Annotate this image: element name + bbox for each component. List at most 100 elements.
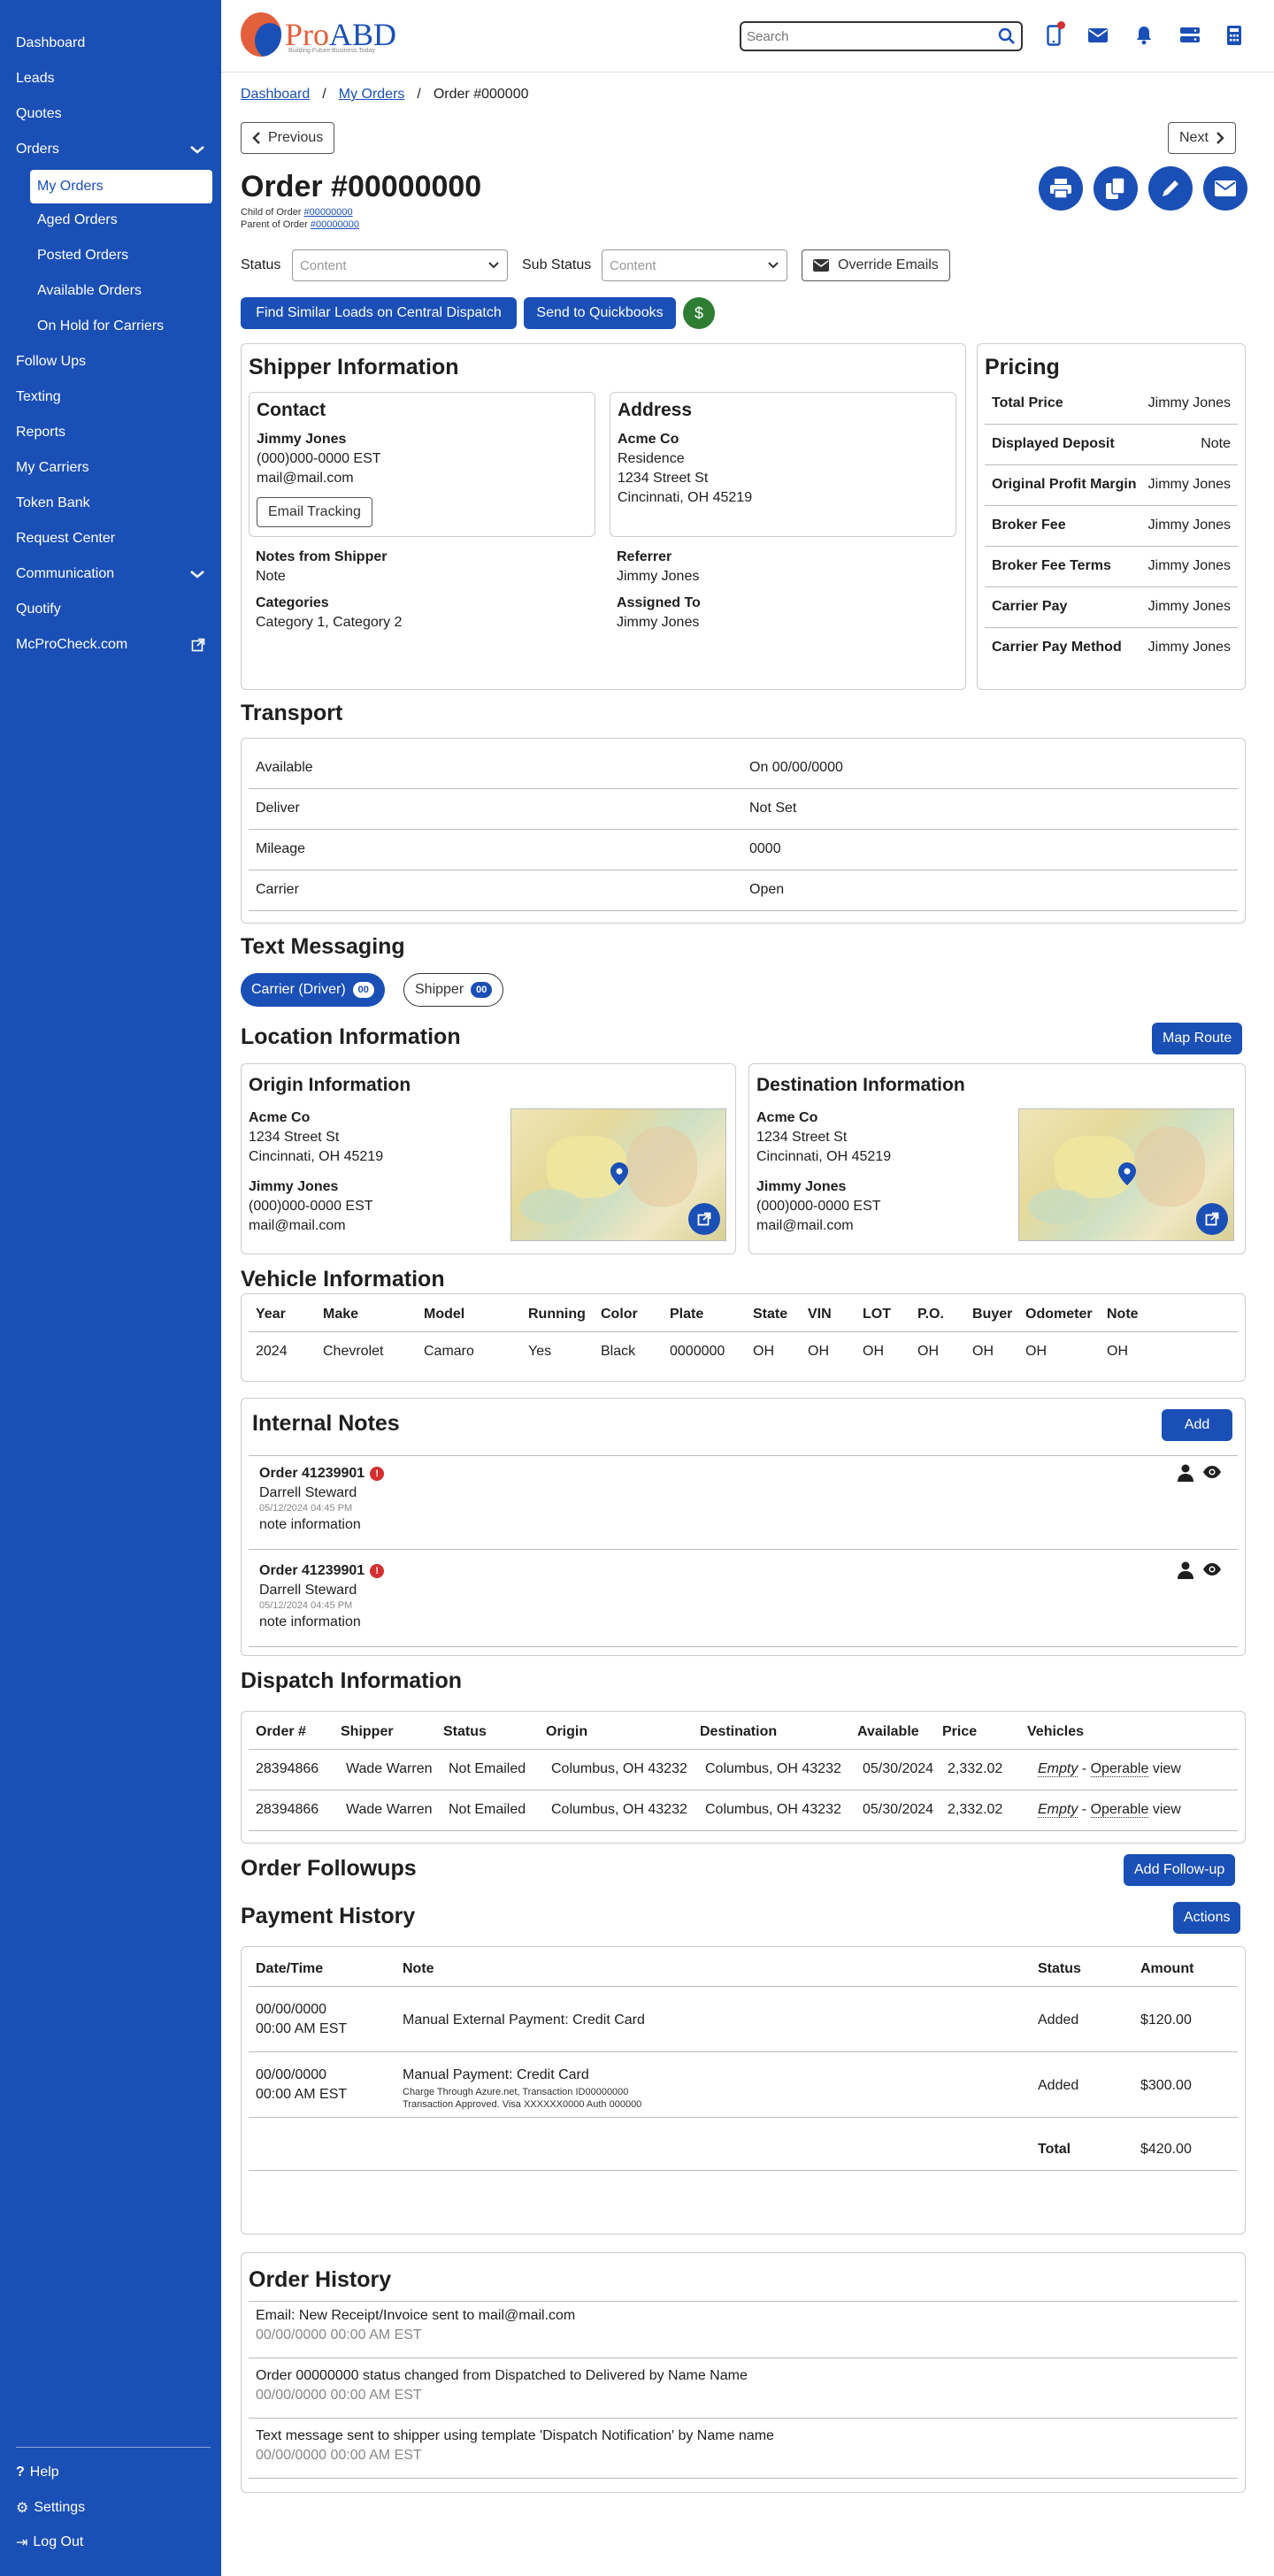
eye-icon[interactable] [1202, 1466, 1222, 1480]
origin-map[interactable] [510, 1108, 726, 1241]
sidebar-item-communication[interactable]: Communication [16, 566, 205, 582]
eye-icon[interactable] [1202, 1563, 1222, 1577]
transport-value: Not Set [749, 801, 797, 816]
note-text: note information [259, 1517, 361, 1532]
substatus-select[interactable]: Content [602, 249, 787, 281]
calculator-icon[interactable] [1223, 23, 1246, 48]
operable-link[interactable]: Operable [1090, 1802, 1149, 1818]
view-link[interactable]: view [1153, 1802, 1181, 1817]
sidebar-item-token-bank[interactable]: Token Bank [16, 495, 205, 511]
dispatch-cell-shipper: Wade Warren [346, 1761, 433, 1776]
sidebar-item-mcprocheck[interactable]: McProCheck.com [16, 637, 205, 653]
vehicle-header-make: Make [323, 1307, 359, 1322]
email-button[interactable] [1203, 166, 1247, 211]
payment-detail: Transaction Approved. Visa XXXXXX0000 Au… [403, 2099, 642, 2110]
server-icon[interactable] [1178, 23, 1201, 48]
email-tracking-button[interactable]: Email Tracking [257, 497, 372, 527]
sidebar-item-follow-ups[interactable]: Follow Ups [16, 354, 205, 370]
dispatch-header: Origin [546, 1724, 588, 1739]
open-map-button[interactable] [1196, 1203, 1228, 1235]
dispatch-cell-available: 05/30/2024 [863, 1761, 934, 1776]
destination-map[interactable] [1018, 1108, 1234, 1241]
add-note-button[interactable]: Add [1162, 1409, 1232, 1441]
parent-order-link[interactable]: #00000000 [311, 219, 359, 230]
vehicle-cell: OH [972, 1344, 994, 1359]
search-icon[interactable] [998, 27, 1016, 45]
dispatch-cell-status: Not Emailed [449, 1761, 526, 1776]
map-route-button[interactable]: Map Route [1152, 1023, 1243, 1054]
person-icon[interactable] [1178, 1464, 1195, 1482]
pricing-value: Jimmy Jones [1147, 518, 1231, 533]
sidebar-item-texting[interactable]: Texting [16, 389, 205, 405]
sidebar-item-reports[interactable]: Reports [16, 425, 205, 441]
bell-icon[interactable] [1132, 23, 1155, 48]
view-link[interactable]: view [1153, 1761, 1181, 1776]
breadcrumb-my-orders[interactable]: My Orders [339, 87, 405, 103]
person-icon[interactable] [1178, 1561, 1195, 1579]
next-button[interactable]: Next [1168, 122, 1236, 154]
find-similar-loads-button[interactable]: Find Similar Loads on Central Dispatch [241, 297, 517, 329]
mobile-phone-icon[interactable] [1042, 21, 1065, 48]
override-emails-button[interactable]: Override Emails [802, 249, 950, 281]
sidebar-item-my-carriers[interactable]: My Carriers [16, 460, 205, 476]
mail-icon[interactable] [1086, 23, 1109, 48]
origin-card: Origin Information Acme Co 1234 Street S… [241, 1063, 736, 1254]
address-card: Address Acme Co Residence 1234 Street St… [610, 392, 956, 537]
sidebar-item-dashboard[interactable]: Dashboard [16, 35, 205, 51]
send-to-quickbooks-button[interactable]: Send to Quickbooks [524, 297, 676, 329]
sidebar-item-posted-orders[interactable]: Posted Orders [37, 248, 128, 264]
payment-header: Amount [1140, 1961, 1194, 1976]
sidebar-item-request-center[interactable]: Request Center [16, 531, 205, 547]
edit-button[interactable] [1148, 166, 1193, 211]
copy-button[interactable] [1094, 166, 1138, 211]
carrier-driver-tab[interactable]: Carrier (Driver) 00 [241, 973, 385, 1007]
child-order-link[interactable]: #00000000 [304, 207, 353, 218]
vehicle-card: Year 2024 Make Chevrolet Model Camaro Running Y… [241, 1293, 1246, 1382]
pricing-value: Jimmy Jones [1147, 599, 1231, 614]
breadcrumb-dashboard[interactable]: Dashboard [241, 87, 310, 103]
sidebar-item-aged-orders[interactable]: Aged Orders [37, 212, 118, 228]
open-map-button[interactable] [688, 1203, 720, 1235]
vehicle-header-buyer: Buyer [972, 1307, 1013, 1322]
empty-link[interactable]: Empty [1038, 1802, 1078, 1818]
contact-card: Contact Jimmy Jones (000)000-0000 EST ma… [249, 392, 595, 537]
previous-button[interactable]: Previous [241, 122, 335, 154]
payment-divider [249, 2117, 1238, 2118]
chevron-down-icon [190, 571, 204, 579]
substatus-label: Sub Status [522, 257, 592, 272]
dispatch-header: Price [942, 1724, 978, 1739]
empty-link[interactable]: Empty [1038, 1761, 1078, 1777]
address-city: Cincinnati, OH 45219 [618, 490, 753, 505]
sidebar-item-on-hold[interactable]: On Hold for Carriers [37, 318, 164, 334]
origin-title: Origin Information [249, 1075, 411, 1095]
add-follow-up-button[interactable]: Add Follow-up [1124, 1854, 1236, 1886]
sidebar-item-quotify[interactable]: Quotify [16, 602, 205, 617]
destination-contact-name: Jimmy Jones [756, 1179, 847, 1194]
pricing-label: Displayed Deposit [992, 436, 1115, 451]
sidebar-item-quotes[interactable]: Quotes [16, 106, 205, 122]
print-button[interactable] [1039, 166, 1083, 211]
payment-actions-button[interactable]: Actions [1173, 1902, 1241, 1934]
chevron-right-icon [1216, 132, 1224, 144]
dispatch-header: Status [443, 1724, 487, 1739]
destination-company: Acme Co [756, 1110, 818, 1125]
pricing-label: Broker Fee [992, 518, 1066, 533]
location-title: Location Information [241, 1024, 461, 1049]
sidebar-item-my-orders[interactable]: My Orders [30, 170, 212, 203]
sidebar-logout[interactable]: ⇥ Log Out [16, 2534, 83, 2551]
status-select[interactable]: Content [292, 249, 508, 281]
payment-total-label: Total [1038, 2142, 1071, 2157]
sidebar-settings[interactable]: ⚙ Settings [16, 2499, 85, 2517]
shipper-tab[interactable]: Shipper 00 [403, 973, 504, 1007]
sidebar-item-leads[interactable]: Leads [16, 71, 205, 87]
dollar-button[interactable]: $ [683, 297, 715, 329]
operable-link[interactable]: Operable [1090, 1761, 1149, 1777]
sidebar-item-orders[interactable]: Orders [16, 142, 205, 157]
logo[interactable]: ProABD Building Future Business Today [241, 12, 396, 57]
sidebar-item-available-orders[interactable]: Available Orders [37, 283, 142, 299]
dispatch-cell-origin: Columbus, OH 43232 [551, 1761, 687, 1776]
search-input[interactable] [747, 28, 998, 44]
sidebar-help[interactable]: ? Help [16, 2465, 59, 2480]
vehicle-header-running: Running [528, 1307, 586, 1322]
chevron-left-icon [252, 132, 260, 144]
